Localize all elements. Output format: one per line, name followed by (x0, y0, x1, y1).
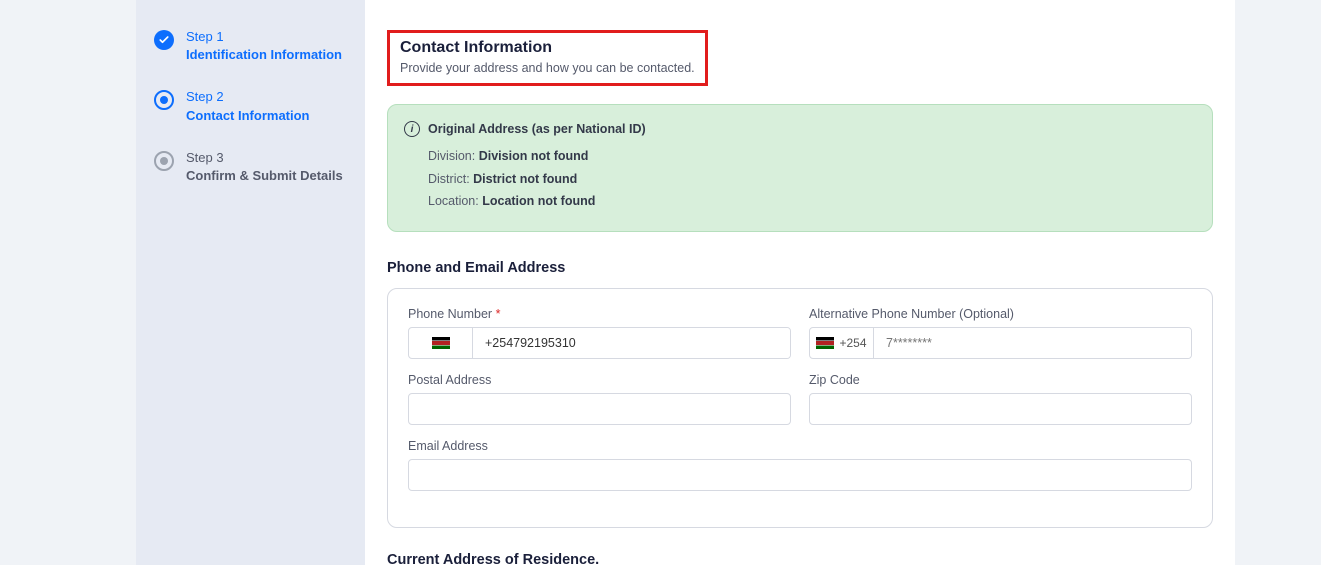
location-line: Location: Location not found (428, 190, 1192, 213)
step-number: Step 2 (186, 88, 310, 106)
current-step-icon (154, 90, 174, 110)
info-icon: i (404, 121, 420, 137)
district-line: District: District not found (428, 168, 1192, 191)
step-label: Confirm & Submit Details (186, 167, 343, 185)
step-label: Identification Information (186, 46, 342, 64)
step-confirm[interactable]: Step 3 Confirm & Submit Details (154, 149, 347, 185)
phone-input[interactable] (473, 328, 790, 358)
steps-sidebar: Step 1 Identification Information Step 2… (136, 0, 365, 565)
flag-icon (816, 337, 834, 349)
email-label: Email Address (408, 439, 1192, 453)
country-code-selector[interactable]: +254 (810, 328, 874, 358)
highlighted-header: Contact Information Provide your address… (387, 30, 708, 86)
email-input[interactable] (408, 459, 1192, 491)
residence-title: Current Address of Residence. (387, 552, 1213, 565)
alt-phone-group: +254 (809, 327, 1192, 359)
check-icon (154, 30, 174, 50)
alt-phone-input[interactable] (874, 328, 1191, 358)
page-title: Contact Information (400, 39, 695, 57)
step-number: Step 3 (186, 149, 343, 167)
main-content: Contact Information Provide your address… (365, 0, 1235, 565)
step-contact[interactable]: Step 2 Contact Information (154, 88, 347, 124)
phone-group (408, 327, 791, 359)
country-flag-selector[interactable] (409, 328, 473, 358)
zip-label: Zip Code (809, 373, 1192, 387)
postal-input[interactable] (408, 393, 791, 425)
original-address-panel: i Original Address (as per National ID) … (387, 104, 1213, 232)
zip-input[interactable] (809, 393, 1192, 425)
postal-label: Postal Address (408, 373, 791, 387)
phone-email-title: Phone and Email Address (387, 260, 1213, 276)
page-subtitle: Provide your address and how you can be … (400, 61, 695, 75)
pending-step-icon (154, 151, 174, 171)
step-identification[interactable]: Step 1 Identification Information (154, 28, 347, 64)
flag-icon (432, 337, 450, 349)
alt-phone-label: Alternative Phone Number (Optional) (809, 307, 1192, 321)
country-code: +254 (839, 336, 866, 350)
step-number: Step 1 (186, 28, 342, 46)
phone-email-card: Phone Number * Alternative Phone Number … (387, 288, 1213, 528)
step-label: Contact Information (186, 107, 310, 125)
panel-title: Original Address (as per National ID) (428, 122, 646, 136)
division-line: Division: Division not found (428, 145, 1192, 168)
phone-label: Phone Number * (408, 307, 791, 321)
